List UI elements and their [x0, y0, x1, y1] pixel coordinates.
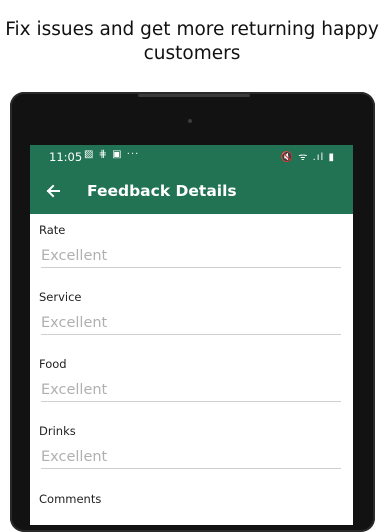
system-status-icons: 🔇 ᯤ .ıl ▮	[280, 152, 335, 163]
notification-icons: ▨ ⋕ ▣ ···	[84, 149, 140, 160]
drinks-label: Drinks	[39, 424, 76, 438]
service-label: Service	[39, 290, 82, 304]
rate-field: Rate	[39, 223, 343, 268]
status-time: 11:05	[49, 150, 83, 164]
drinks-field: Drinks	[39, 424, 343, 469]
drinks-input[interactable]	[41, 446, 341, 469]
service-field: Service	[39, 290, 343, 335]
comments-field: Comments	[39, 492, 343, 506]
app-bar: Feedback Details	[30, 169, 353, 214]
device-top-edge	[138, 94, 250, 97]
status-bar: 11:05 ▨ ⋕ ▣ ··· 🔇 ᯤ .ıl ▮	[30, 145, 353, 169]
rate-label: Rate	[39, 223, 66, 237]
food-label: Food	[39, 357, 67, 371]
back-button[interactable]	[40, 178, 66, 204]
food-field: Food	[39, 357, 343, 402]
comments-label: Comments	[39, 492, 102, 506]
food-input[interactable]	[41, 379, 341, 402]
promo-headline: Fix issues and get more returning happy …	[0, 18, 384, 66]
promo-headline-line2: customers	[143, 43, 241, 64]
app-screen: 11:05 ▨ ⋕ ▣ ··· 🔇 ᯤ .ıl ▮ Feedback Detai…	[30, 145, 353, 525]
page-title: Feedback Details	[87, 182, 237, 200]
promo-headline-line1: Fix issues and get more returning happy	[5, 19, 379, 40]
service-input[interactable]	[41, 312, 341, 335]
arrow-left-icon	[46, 184, 60, 198]
camera-icon	[188, 119, 192, 123]
rate-input[interactable]	[41, 245, 341, 268]
